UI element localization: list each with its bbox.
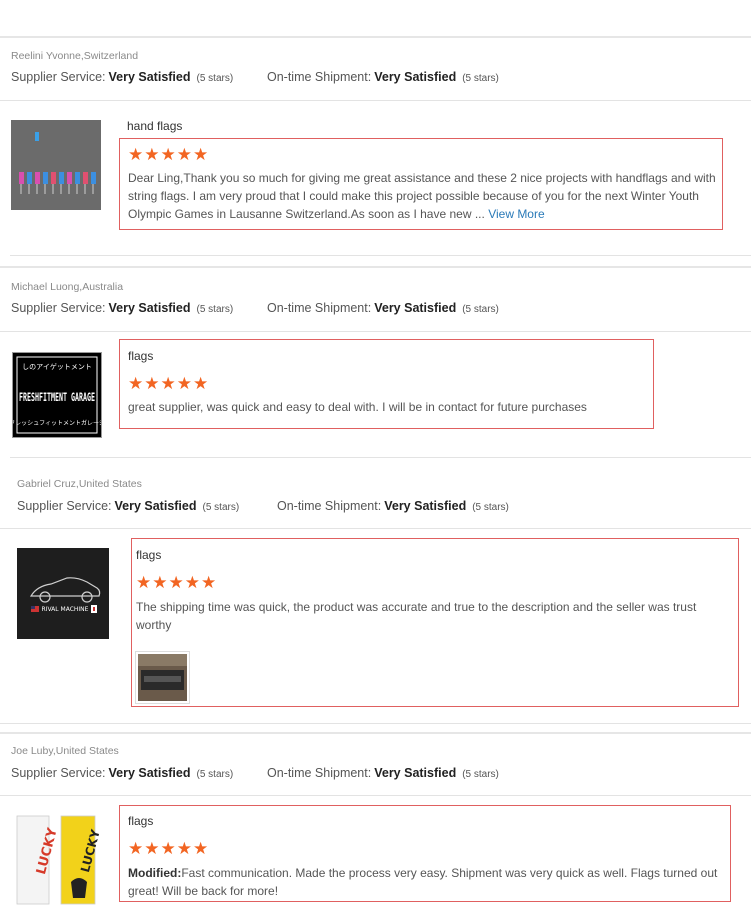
section-divider: [0, 732, 751, 734]
header-separator: [0, 795, 751, 796]
product-name[interactable]: hand flags: [127, 119, 182, 133]
star-rating: ★★★★★: [128, 839, 210, 858]
garage-flag-image: しのアイゲットメント FRESHFITMENT GARAGE フレッシュフィット…: [9, 353, 105, 437]
review-box: ★★★★★ Dear Ling,Thank you so much for gi…: [119, 138, 723, 230]
supplier-service-stars: (5 stars): [202, 502, 240, 513]
shipment-value: Very Satisfied: [374, 301, 457, 315]
product-thumbnail[interactable]: LUCKY LUCKY: [11, 812, 103, 906]
supplier-service-value: Very Satisfied: [114, 499, 197, 513]
card-separator: [10, 457, 751, 458]
flag-text-main: FRESHFITMENT GARAGE: [19, 390, 95, 404]
shipment-value: Very Satisfied: [384, 499, 467, 513]
shipment-rating: On-time Shipment: Very Satisfied (5 stars): [267, 766, 499, 780]
shipment-value: Very Satisfied: [374, 70, 457, 84]
header-separator: [0, 331, 751, 332]
shipment-label: On-time Shipment:: [277, 499, 382, 513]
shipment-label: On-time Shipment:: [267, 301, 372, 315]
reviewer-name: Reelini Yvonne,Switzerland: [11, 50, 139, 62]
product-name[interactable]: flags: [128, 814, 153, 828]
supplier-service-stars: (5 stars): [196, 304, 234, 315]
modified-label: Modified:: [128, 866, 182, 880]
review-text: The shipping time was quick, the product…: [136, 600, 697, 632]
header-separator: [0, 528, 751, 529]
shipment-label: On-time Shipment:: [267, 70, 372, 84]
supplier-service-value: Very Satisfied: [108, 766, 191, 780]
review-text: great supplier, was quick and easy to de…: [128, 400, 587, 414]
reviewer-name: Gabriel Cruz,United States: [17, 478, 142, 490]
review-box: flags ★★★★★ great supplier, was quick an…: [119, 339, 654, 429]
shipment-stars: (5 stars): [472, 502, 509, 513]
product-name[interactable]: flags: [136, 548, 161, 562]
star-rating: ★★★★★: [128, 145, 210, 164]
review-attachment[interactable]: [135, 651, 190, 704]
shipment-rating: On-time Shipment: Very Satisfied (5 stars): [277, 499, 509, 513]
view-more-link[interactable]: View More: [488, 207, 544, 221]
review-text: Dear Ling,Thank you so much for giving m…: [128, 169, 718, 223]
supplier-service-value: Very Satisfied: [108, 70, 191, 84]
product-thumbnail[interactable]: [11, 120, 101, 210]
shipment-label: On-time Shipment:: [267, 766, 372, 780]
product-thumbnail[interactable]: RIVAL MACHINE: [17, 548, 109, 639]
supplier-service-stars: (5 stars): [196, 769, 234, 780]
ratings-row: Supplier Service: Very Satisfied (5 stars)…: [17, 499, 509, 513]
card-separator: [10, 255, 751, 256]
supplier-service-label: Supplier Service:: [11, 766, 106, 780]
shipment-stars: (5 stars): [462, 73, 499, 84]
section-divider: [0, 266, 751, 268]
shipment-stars: (5 stars): [462, 769, 499, 780]
flag-text-top: しのアイゲットメント: [22, 362, 92, 371]
review-text: Modified:Fast communication. Made the pr…: [128, 864, 726, 900]
header-separator: [0, 100, 751, 101]
supplier-service-label: Supplier Service:: [17, 499, 112, 513]
attachment-image: [138, 654, 187, 701]
banner-flags-image: LUCKY LUCKY: [11, 812, 103, 906]
supplier-service-label: Supplier Service:: [11, 70, 106, 84]
shipment-value: Very Satisfied: [374, 766, 457, 780]
ratings-row: Supplier Service: Very Satisfied (5 stars)…: [11, 766, 499, 780]
review-body: Dear Ling,Thank you so much for giving m…: [128, 171, 716, 221]
ratings-row: Supplier Service: Very Satisfied (5 stars)…: [11, 70, 499, 84]
flag-text-bottom: フレッシュフィットメントガレージ: [13, 419, 101, 427]
reviewer-name: Joe Luby,United States: [11, 745, 119, 757]
supplier-service-stars: (5 stars): [196, 73, 234, 84]
supplier-service-label: Supplier Service:: [11, 301, 106, 315]
review-box: flags ★★★★★ The shipping time was quick,…: [131, 538, 739, 707]
product-name[interactable]: flags: [128, 349, 153, 363]
product-thumbnail[interactable]: しのアイゲットメント FRESHFITMENT GARAGE フレッシュフィット…: [9, 352, 105, 438]
section-divider: [0, 36, 751, 38]
flag-text: RIVAL MACHINE: [42, 606, 89, 613]
shipment-stars: (5 stars): [462, 304, 499, 315]
review-body: Fast communication. Made the process ver…: [128, 866, 718, 898]
card-separator: [0, 723, 751, 724]
shipment-rating: On-time Shipment: Very Satisfied (5 stars): [267, 70, 499, 84]
car-flag-image: RIVAL MACHINE: [17, 548, 109, 639]
supplier-service-value: Very Satisfied: [108, 301, 191, 315]
ratings-row: Supplier Service: Very Satisfied (5 stars)…: [11, 301, 499, 315]
review-box: flags ★★★★★ Modified:Fast communication.…: [119, 805, 731, 902]
star-rating: ★★★★★: [136, 573, 218, 592]
star-rating: ★★★★★: [128, 374, 210, 393]
shipment-rating: On-time Shipment: Very Satisfied (5 stars): [267, 301, 499, 315]
reviewer-name: Michael Luong,Australia: [11, 281, 124, 293]
hand-flags-image: [11, 120, 101, 210]
